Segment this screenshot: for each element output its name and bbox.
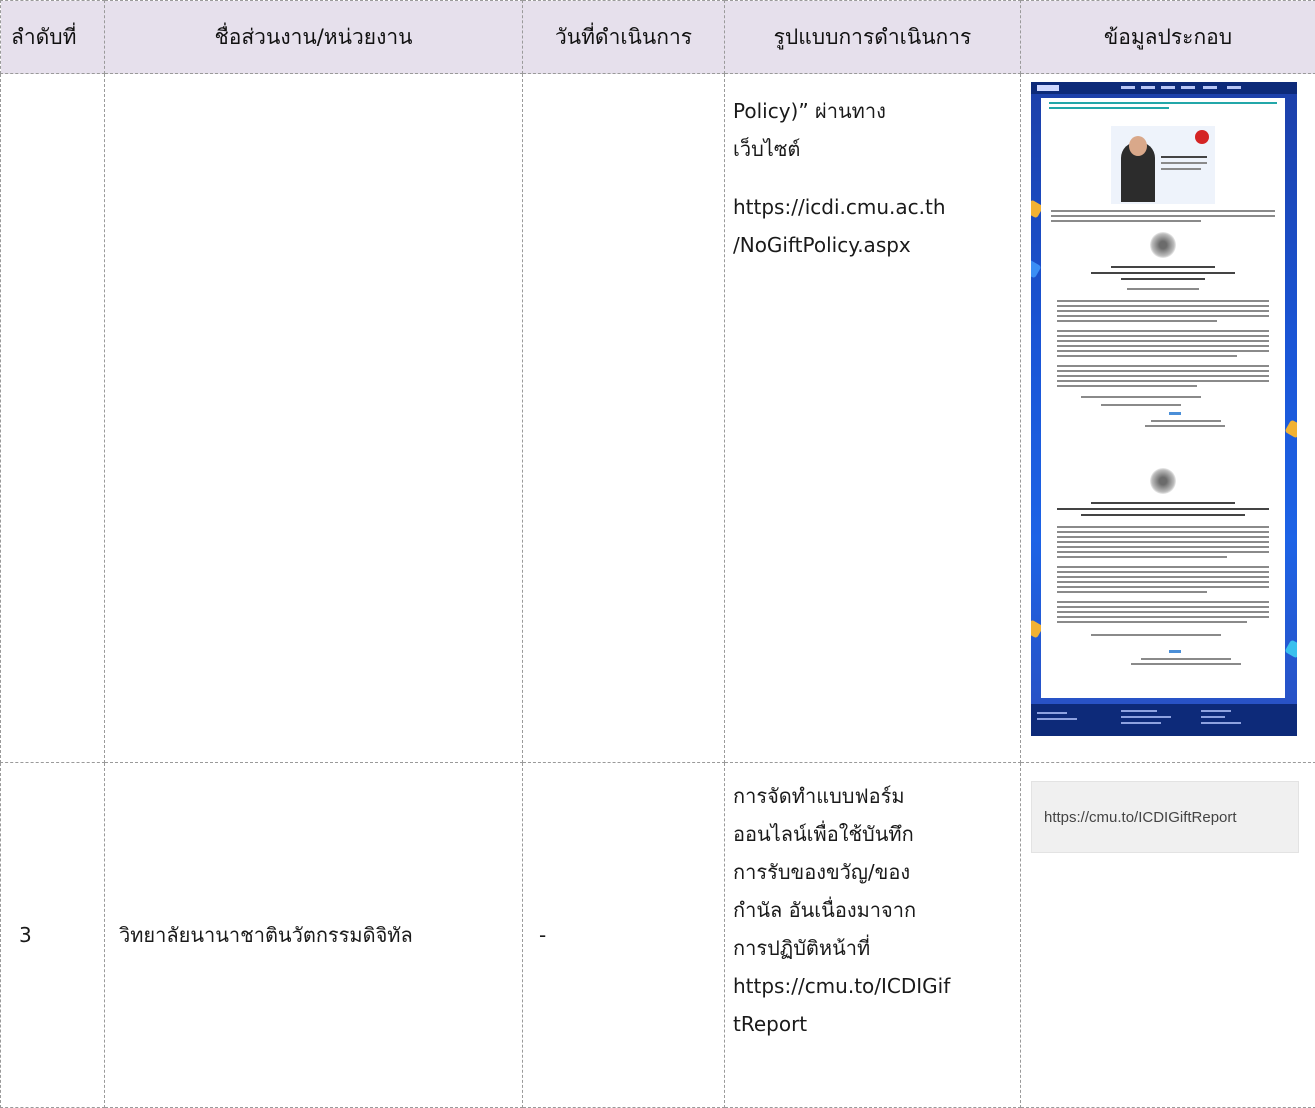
date-value: - <box>523 923 724 947</box>
format-text-line: การรับของขวัญ/ของ <box>733 853 1012 891</box>
cell-unit: วิทยาลัยนานาชาตินวัตกรรมดิจิทัล <box>105 763 523 1108</box>
gift-report-link[interactable]: https://cmu.to/ICDIGiftReport <box>1031 781 1299 853</box>
garuda-seal-icon <box>1150 232 1176 258</box>
header-no: ลำดับที่ <box>1 1 105 74</box>
cell-date <box>523 74 725 763</box>
row-number: 3 <box>1 923 104 947</box>
format-text-line: กำนัล อันเนื่องมาจาก <box>733 891 1012 929</box>
format-text-line: tReport <box>733 1005 1012 1043</box>
header-format: รูปแบบการดำเนินการ <box>725 1 1021 74</box>
table-row: Policy)” ผ่านทาง เว็บไซต์ https://icdi.c… <box>1 74 1315 763</box>
cell-date: - <box>523 763 725 1108</box>
header-info: ข้อมูลประกอบ <box>1021 1 1315 74</box>
thumbnail-document <box>1041 98 1285 698</box>
format-text-line: เว็บไซต์ <box>733 130 1012 168</box>
cell-info <box>1021 74 1315 763</box>
format-text-line: การปฏิบัติหน้าที่ <box>733 929 1012 967</box>
format-text-line: https://cmu.to/ICDIGif <box>733 967 1012 1005</box>
no-gift-badge-icon <box>1195 130 1209 144</box>
format-text-line: การจัดทำแบบฟอร์ม <box>733 777 1012 815</box>
report-table: ลำดับที่ ชื่อส่วนงาน/หน่วยงาน วันที่ดำเน… <box>0 0 1315 1108</box>
cell-format: Policy)” ผ่านทาง เว็บไซต์ https://icdi.c… <box>725 74 1021 763</box>
cell-info: https://cmu.to/ICDIGiftReport <box>1021 763 1315 1108</box>
cell-unit <box>105 74 523 763</box>
table-header-row: ลำดับที่ ชื่อส่วนงาน/หน่วยงาน วันที่ดำเน… <box>1 1 1315 74</box>
thumbnail-navbar <box>1031 82 1297 94</box>
cell-no: 3 <box>1 763 105 1108</box>
thumbnail-footer <box>1031 704 1297 736</box>
logo-icon <box>1037 85 1059 91</box>
cell-format: การจัดทำแบบฟอร์มออนไลน์เพื่อใช้บันทึกการ… <box>725 763 1021 1108</box>
poster-image <box>1111 126 1215 204</box>
cell-no <box>1 74 105 763</box>
url-text-line: https://icdi.cmu.ac.th <box>733 188 1012 226</box>
url-text-line: /NoGiftPolicy.aspx <box>733 226 1012 264</box>
website-screenshot-thumbnail <box>1031 82 1297 736</box>
header-unit: ชื่อส่วนงาน/หน่วยงาน <box>105 1 523 74</box>
garuda-seal-icon <box>1150 468 1176 494</box>
format-text-line: ออนไลน์เพื่อใช้บันทึก <box>733 815 1012 853</box>
unit-name: วิทยาลัยนานาชาตินวัตกรรมดิจิทัล <box>105 919 522 951</box>
header-date: วันที่ดำเนินการ <box>523 1 725 74</box>
table-row: 3 วิทยาลัยนานาชาตินวัตกรรมดิจิทัล - การจ… <box>1 763 1315 1108</box>
format-text-line: Policy)” ผ่านทาง <box>733 92 1012 130</box>
